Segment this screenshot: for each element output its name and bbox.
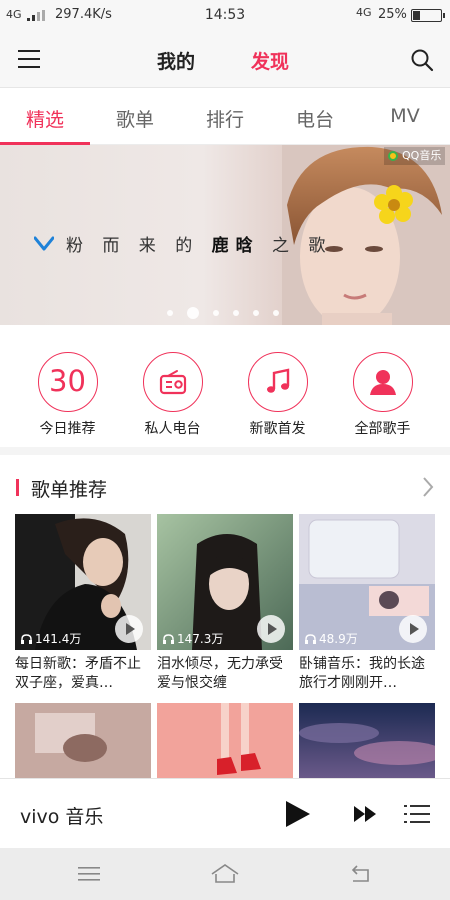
network-type-right: 4G bbox=[356, 6, 372, 19]
vivo-v-logo bbox=[34, 236, 54, 251]
back-icon[interactable] bbox=[346, 862, 376, 886]
carousel-dot bbox=[213, 310, 219, 316]
tab-discover[interactable]: 发现 bbox=[251, 47, 289, 74]
calendar-30-icon: 30 bbox=[37, 352, 98, 412]
playlist-cover[interactable] bbox=[299, 703, 435, 779]
playlist-section-header: 歌单推荐 bbox=[0, 470, 450, 504]
headphones-icon bbox=[21, 634, 32, 644]
tab-charts[interactable]: 排行 bbox=[180, 105, 270, 132]
headphones-icon bbox=[163, 634, 174, 644]
tab-mv[interactable]: MV bbox=[360, 105, 450, 127]
hamburger-menu-icon[interactable] bbox=[18, 50, 40, 68]
section-accent-bar bbox=[16, 479, 19, 496]
playlist-card[interactable]: 141.4万 每日新歌：矛盾不止双子座，爱真… bbox=[15, 514, 151, 695]
promo-banner[interactable]: 粉 而 来 的 鹿晗 之 歌 QQ音乐 bbox=[0, 145, 450, 325]
playlist-caption: 每日新歌：矛盾不止双子座，爱真… bbox=[15, 656, 141, 691]
search-icon[interactable] bbox=[410, 48, 434, 72]
quick-all-singers[interactable]: 全部歌手 bbox=[330, 352, 435, 438]
playlist-card[interactable]: 48.9万 卧铺音乐：我的长途旅行才刚刚开… bbox=[299, 514, 435, 695]
carousel-dot bbox=[187, 307, 199, 319]
play-icon[interactable] bbox=[284, 799, 312, 829]
playlist-caption: 卧铺音乐：我的长途旅行才刚刚开… bbox=[299, 656, 425, 691]
person-icon bbox=[369, 370, 396, 395]
section-divider bbox=[0, 447, 450, 455]
status-bar: 4G 297.4K/s 14:53 4G 25% bbox=[0, 0, 450, 32]
playlist-caption: 泪水倾尽，无力承受爱与恨交缠 bbox=[157, 656, 283, 691]
carousel-dot bbox=[233, 310, 239, 316]
playlist-icon[interactable] bbox=[404, 803, 430, 825]
playlist-cover: 147.3万 bbox=[157, 514, 293, 650]
playlist-cover: 141.4万 bbox=[15, 514, 151, 650]
qq-music-icon bbox=[388, 151, 398, 161]
quick-label: 新歌首发 bbox=[249, 421, 306, 437]
fast-forward-icon[interactable] bbox=[352, 805, 380, 823]
section-title: 歌单推荐 bbox=[31, 479, 108, 501]
playlist-cover-image bbox=[299, 703, 435, 779]
play-count: 141.4万 bbox=[21, 630, 81, 647]
playlist-cover-image bbox=[15, 703, 151, 779]
quick-label: 全部歌手 bbox=[354, 421, 411, 437]
radio-icon bbox=[159, 370, 186, 395]
chevron-right-icon[interactable] bbox=[421, 476, 435, 498]
play-icon[interactable] bbox=[115, 615, 143, 643]
playlist-cover[interactable] bbox=[15, 703, 151, 779]
quick-private-radio[interactable]: 私人电台 bbox=[120, 352, 225, 438]
tab-featured[interactable]: 精选 bbox=[0, 105, 90, 132]
quick-label: 私人电台 bbox=[144, 421, 201, 437]
qq-music-badge: QQ音乐 bbox=[384, 147, 446, 165]
play-icon[interactable] bbox=[257, 615, 285, 643]
headphones-icon bbox=[305, 634, 316, 644]
app-header: 我的 发现 bbox=[0, 32, 450, 88]
play-count: 147.3万 bbox=[163, 630, 223, 647]
quick-daily-recommend[interactable]: 30 今日推荐 bbox=[15, 352, 120, 438]
battery-icon bbox=[411, 9, 445, 22]
quick-label: 今日推荐 bbox=[39, 421, 96, 437]
tab-playlists[interactable]: 歌单 bbox=[90, 105, 180, 132]
playlist-cover[interactable] bbox=[157, 703, 293, 779]
system-nav-bar bbox=[0, 848, 450, 900]
tab-mine[interactable]: 我的 bbox=[157, 47, 195, 74]
playlist-cover-image bbox=[157, 703, 293, 779]
mini-player: vivo 音乐 bbox=[0, 778, 450, 848]
play-count: 48.9万 bbox=[305, 630, 358, 647]
play-icon[interactable] bbox=[399, 615, 427, 643]
carousel-dot bbox=[253, 310, 259, 316]
menu-icon[interactable] bbox=[74, 862, 104, 886]
home-icon[interactable] bbox=[210, 862, 240, 886]
banner-tagline: 粉 而 来 的 鹿晗 之 歌 bbox=[66, 236, 333, 256]
tab-radio[interactable]: 电台 bbox=[270, 105, 360, 132]
player-title: vivo 音乐 bbox=[20, 806, 104, 828]
carousel-dot bbox=[273, 310, 279, 316]
music-note-icon bbox=[266, 368, 289, 393]
quick-new-songs[interactable]: 新歌首发 bbox=[225, 352, 330, 438]
category-tabs: 精选 歌单 排行 电台 MV bbox=[0, 89, 450, 145]
playlist-cover: 48.9万 bbox=[299, 514, 435, 650]
battery-percent: 25% bbox=[378, 7, 407, 22]
carousel-dot bbox=[167, 310, 173, 316]
playlist-card[interactable]: 147.3万 泪水倾尽，无力承受爱与恨交缠 bbox=[157, 514, 293, 695]
